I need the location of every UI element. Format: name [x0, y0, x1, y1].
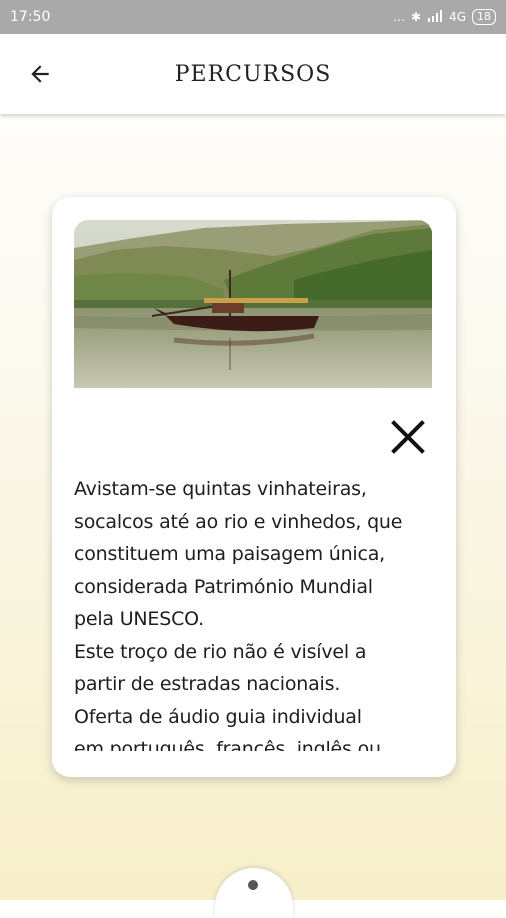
- battery-icon: 18: [472, 9, 496, 25]
- network-label: 4G: [449, 10, 466, 24]
- route-description: Avistam-se quintas vinhateiras, socalcos…: [74, 478, 403, 751]
- status-icons: … ✱ 4G 18: [393, 9, 496, 25]
- route-detail-card: Avistam-se quintas vinhateiras, socalcos…: [52, 197, 456, 777]
- app-bar: PERCURSOS: [0, 34, 506, 114]
- close-button[interactable]: [386, 415, 430, 459]
- page-title: PERCURSOS: [174, 61, 332, 87]
- more-icon: …: [393, 10, 405, 24]
- signal-icon: [427, 9, 443, 25]
- pager-dot: [248, 880, 258, 890]
- bluetooth-icon: ✱: [411, 10, 422, 24]
- route-photo: [74, 220, 432, 388]
- pager-handle[interactable]: [215, 868, 293, 918]
- status-time: 17:50: [10, 9, 51, 25]
- status-bar: 17:50 … ✱ 4G 18: [0, 0, 506, 34]
- close-icon: [391, 420, 425, 454]
- arrow-left-icon: [31, 65, 49, 83]
- back-button[interactable]: [22, 56, 58, 92]
- battery-level: 18: [477, 10, 491, 23]
